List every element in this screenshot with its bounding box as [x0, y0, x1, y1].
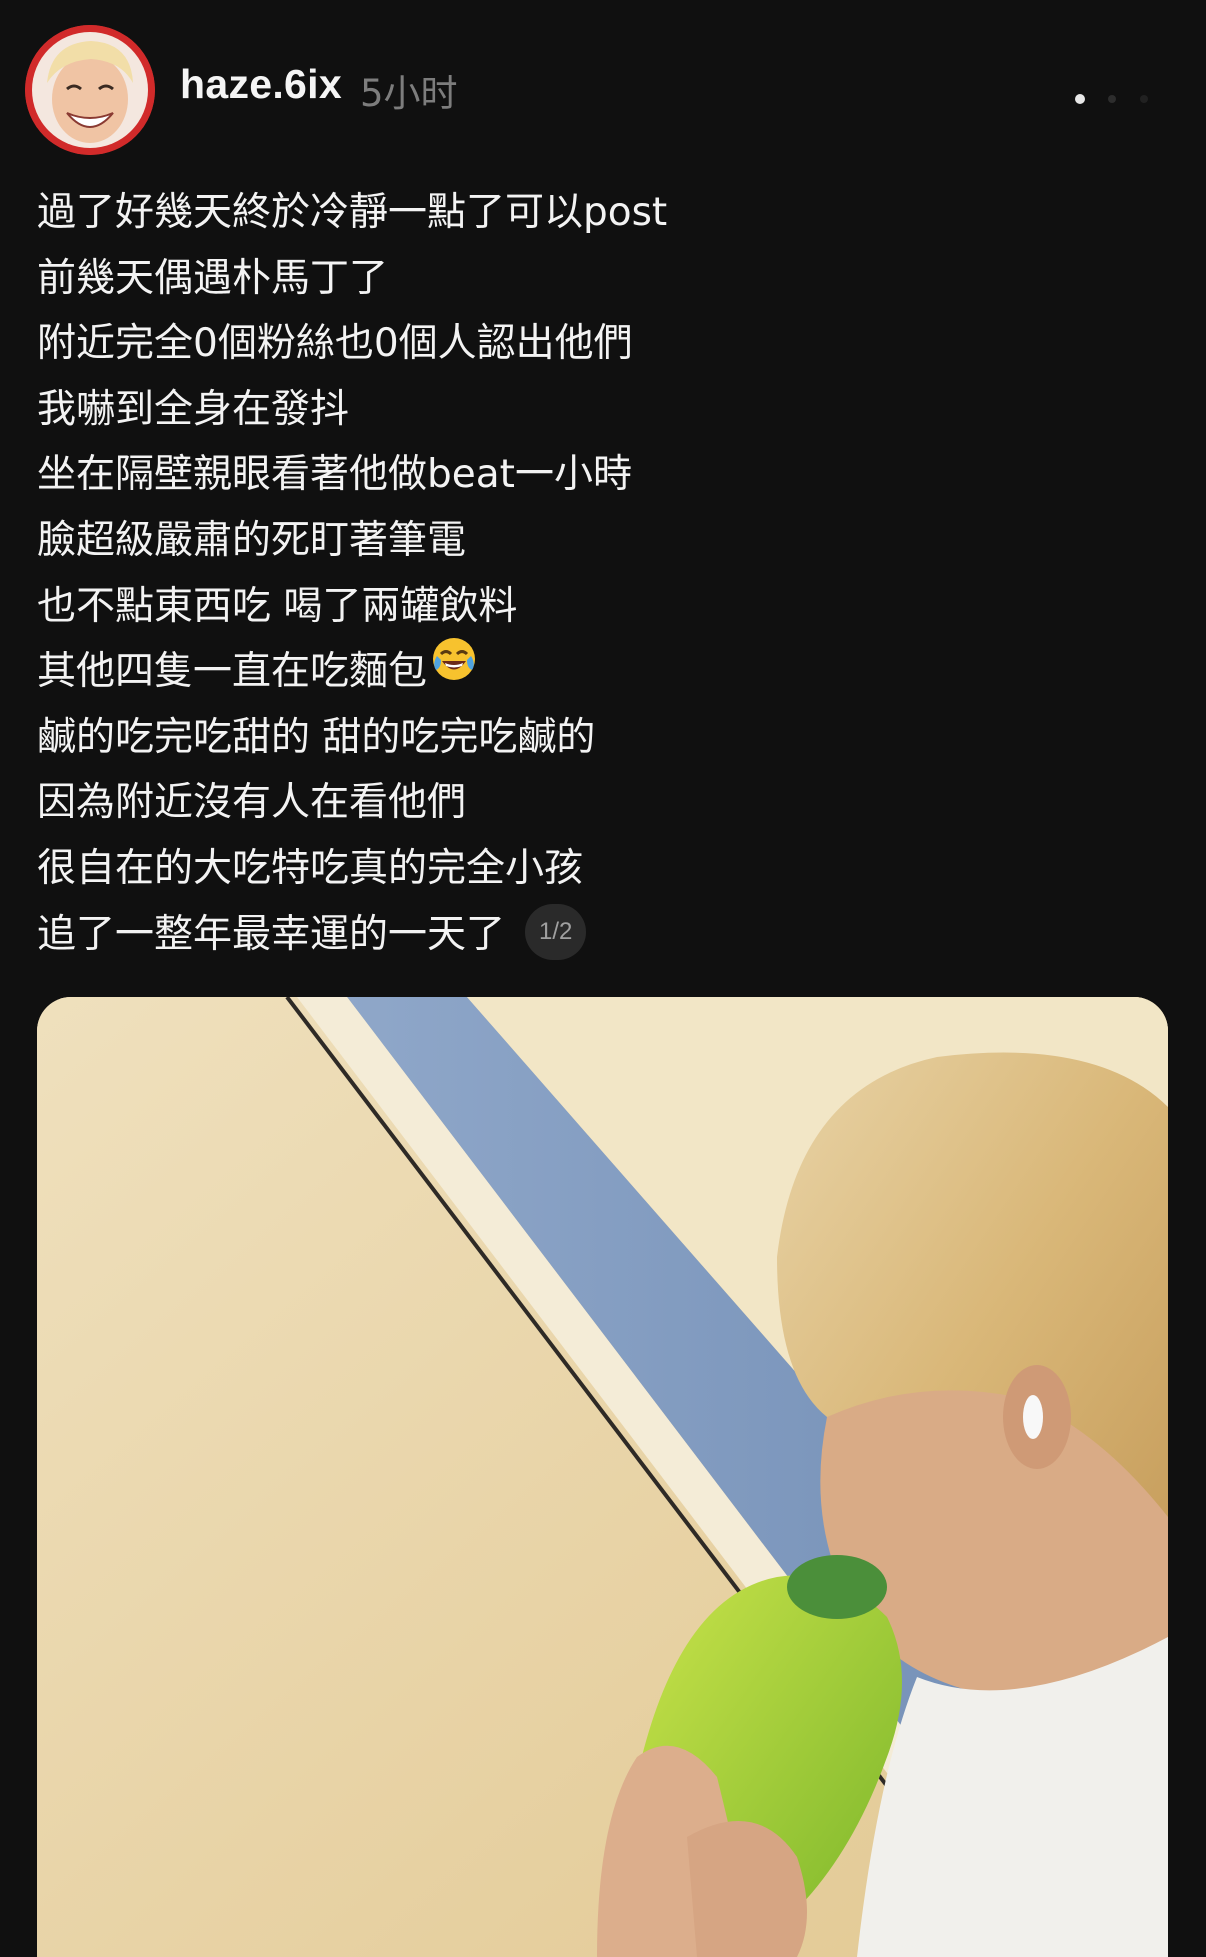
post-text-line: 附近完全0個粉絲也0個人認出他們 — [37, 321, 633, 367]
avatar[interactable] — [25, 25, 155, 155]
face-with-tears-of-joy-icon — [431, 636, 477, 703]
post-media-photo[interactable] — [37, 997, 1168, 1957]
post-timestamp: 5小时 — [360, 72, 458, 115]
username[interactable]: haze.6ix — [180, 61, 342, 108]
post-text-line: 我嚇到全身在發抖 — [37, 386, 350, 432]
post-text-segment: 其他四隻一直在吃麵包 — [37, 649, 428, 695]
media-counter-badge: 1/2 — [525, 904, 587, 961]
more-options-icon[interactable] — [1060, 69, 1170, 109]
post-body-text: 過了好幾天終於冷靜一點了可以post 前幾天偶遇朴馬丁了 附近完全0個粉絲也0個… — [37, 180, 1167, 967]
post-text-line: 因為附近沒有人在看他們 — [37, 780, 467, 826]
post-text-line: 鹹的吃完吃甜的 甜的吃完吃鹹的 — [37, 714, 596, 760]
post-header: haze.6ix 5小时 — [25, 25, 1185, 155]
post-text-line: 過了好幾天終於冷靜一點了可以post — [37, 190, 668, 235]
post: haze.6ix 5小时 過了好幾天終於冷靜一點了可以post 前幾天偶遇朴馬丁… — [0, 0, 1206, 1957]
post-text-line: 前幾天偶遇朴馬丁了 — [37, 255, 389, 301]
post-photo-image — [37, 997, 1168, 1957]
post-text-line: 坐在隔壁親眼看著他做beat一小時 — [37, 452, 632, 498]
post-text-line: 臉超級嚴肅的死盯著筆電 — [37, 517, 467, 563]
avatar-image — [25, 25, 155, 155]
post-text-line-with-emoji: 其他四隻一直在吃麵包 — [37, 636, 1167, 705]
post-text-segment: 追了一整年最幸運的一天了 — [37, 911, 506, 957]
post-text-line: 很自在的大吃特吃真的完全小孩 — [37, 845, 584, 891]
post-text-line: 也不點東西吃 喝了兩罐飲料 — [37, 583, 518, 629]
post-text-line-with-counter: 追了一整年最幸運的一天了 1/2 — [37, 902, 1167, 968]
